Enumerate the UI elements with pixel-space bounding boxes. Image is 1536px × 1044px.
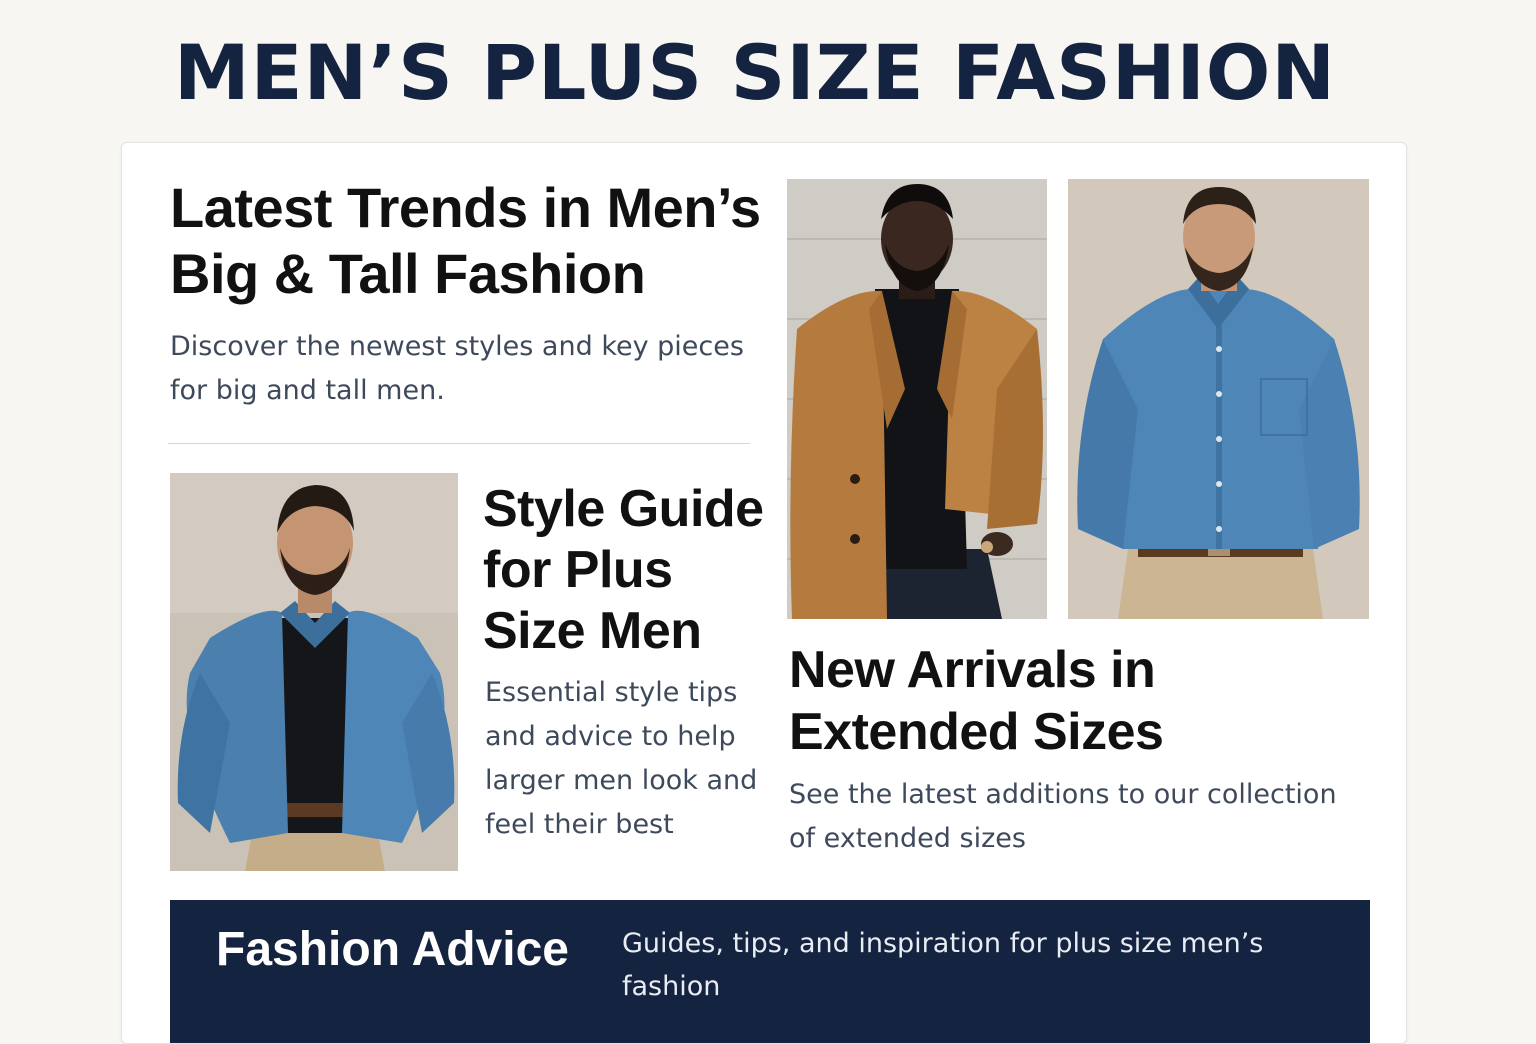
man-in-camel-coat-photo[interactable] bbox=[787, 179, 1047, 619]
site-title: MEN’S PLUS SIZE FASHION bbox=[174, 28, 1336, 117]
new-arrivals-description: See the latest additions to our collecti… bbox=[789, 779, 1337, 854]
section-divider bbox=[168, 443, 750, 444]
man-in-denim-overshirt-photo[interactable] bbox=[170, 473, 458, 871]
fashion-advice-banner[interactable]: Fashion Advice Guides, tips, and inspira… bbox=[170, 900, 1370, 1043]
fashion-advice-heading[interactable]: Fashion Advice bbox=[216, 922, 569, 978]
style-guide-description: Essential style tips and advice to help … bbox=[485, 677, 758, 840]
content-card: Latest Trends in Men’s Big & Tall Fashio… bbox=[121, 142, 1407, 1044]
style-guide-heading[interactable]: Style Guide for Plus Size Men bbox=[483, 479, 783, 662]
trends-heading[interactable]: Latest Trends in Men’s Big & Tall Fashio… bbox=[170, 175, 770, 307]
fashion-advice-description: Guides, tips, and inspiration for plus s… bbox=[622, 928, 1264, 1002]
man-in-chambray-shirt-photo[interactable] bbox=[1068, 179, 1369, 619]
trends-description: Discover the newest styles and key piece… bbox=[170, 331, 744, 406]
new-arrivals-heading[interactable]: New Arrivals in Extended Sizes bbox=[789, 639, 1349, 763]
